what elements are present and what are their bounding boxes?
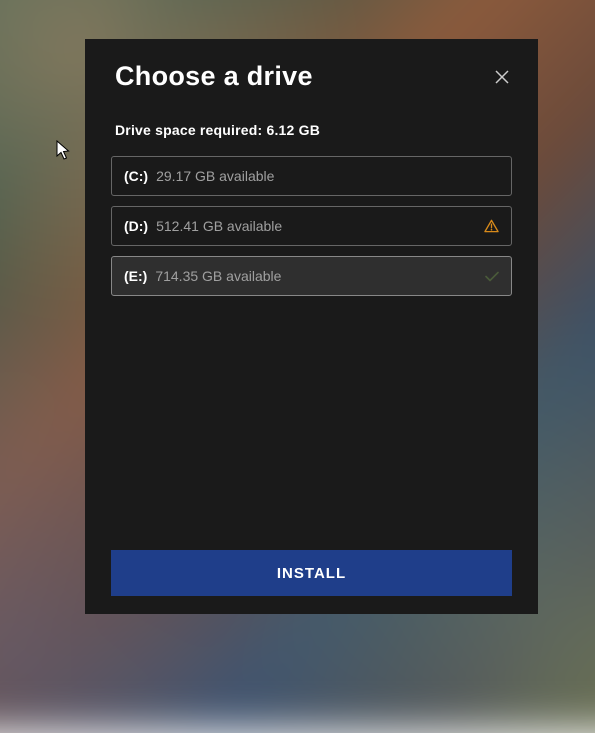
drive-item-d[interactable]: (D:) 512.41 GB available [111, 206, 512, 246]
drive-item-c[interactable]: (C:) 29.17 GB available [111, 156, 512, 196]
dialog-header: Choose a drive [85, 61, 538, 92]
drive-label: (E:) [124, 268, 147, 284]
drive-list: (C:) 29.17 GB available (D:) 512.41 GB a… [85, 156, 538, 296]
install-button[interactable]: INSTALL [111, 550, 512, 596]
drive-item-e[interactable]: (E:) 714.35 GB available [111, 256, 512, 296]
drive-available: 29.17 GB available [156, 168, 274, 184]
drive-status [484, 219, 499, 233]
install-bar: INSTALL [85, 550, 538, 596]
close-icon [495, 70, 509, 84]
check-icon [485, 271, 499, 282]
drive-available: 512.41 GB available [156, 218, 282, 234]
warning-icon [484, 219, 499, 233]
close-button[interactable] [490, 65, 514, 89]
space-required-label: Drive space required: 6.12 GB [85, 122, 538, 138]
install-button-label: INSTALL [277, 565, 346, 582]
drive-label: (D:) [124, 218, 148, 234]
drive-label: (C:) [124, 168, 148, 184]
choose-drive-dialog: Choose a drive Drive space required: 6.1… [85, 39, 538, 614]
drive-available: 714.35 GB available [155, 268, 281, 284]
dialog-title: Choose a drive [115, 61, 313, 92]
drive-status [485, 271, 499, 282]
